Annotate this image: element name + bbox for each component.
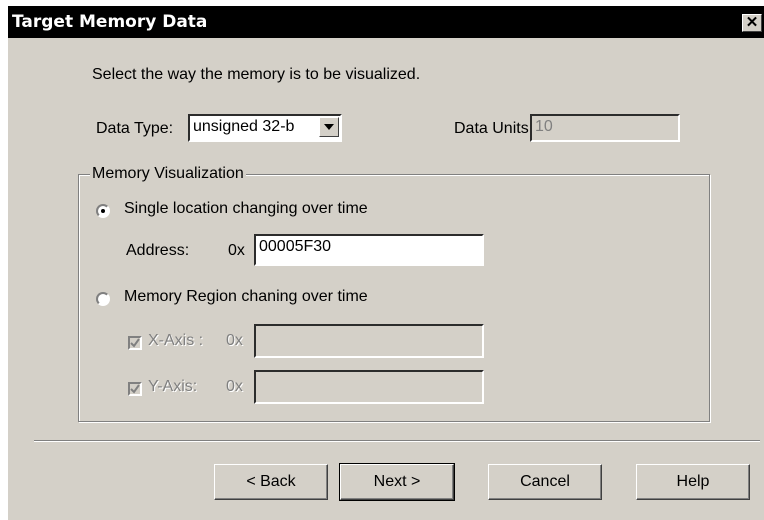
close-button[interactable]: ✕: [742, 14, 762, 32]
back-button[interactable]: < Back: [214, 464, 328, 500]
data-units-value: 10: [535, 118, 553, 135]
help-button[interactable]: Help: [636, 464, 750, 500]
data-type-dropdown-button[interactable]: [319, 117, 339, 137]
data-type-value: unsigned 32-b: [193, 118, 295, 135]
data-type-select[interactable]: unsigned 32-b: [188, 114, 342, 142]
group-label: Memory Visualization: [90, 165, 246, 183]
title-bar[interactable]: Target Memory Data ✕: [8, 6, 764, 38]
y-axis-input[interactable]: [254, 370, 484, 404]
x-axis-input[interactable]: [254, 324, 484, 358]
data-units-label: Data Units:: [454, 120, 534, 137]
y-axis-prefix: 0x: [226, 378, 243, 395]
x-axis-label: X-Axis :: [148, 332, 204, 349]
window-title: Target Memory Data: [12, 12, 208, 32]
target-memory-dialog: Target Memory Data ✕ Select the way the …: [8, 6, 764, 520]
check-icon: [130, 338, 140, 348]
single-location-radio[interactable]: [96, 204, 110, 218]
separator: [34, 440, 760, 442]
next-button[interactable]: Next >: [339, 463, 455, 501]
chevron-down-icon: [324, 124, 334, 130]
x-axis-checkbox[interactable]: [128, 336, 142, 350]
memory-region-label[interactable]: Memory Region chaning over time: [124, 288, 368, 306]
address-input[interactable]: 00005F30: [254, 234, 484, 266]
address-label: Address:: [126, 242, 190, 259]
cancel-button[interactable]: Cancel: [488, 464, 602, 500]
close-icon: ✕: [745, 14, 759, 31]
data-type-label: Data Type:: [96, 120, 174, 137]
address-value: 00005F30: [259, 238, 332, 255]
address-prefix: 0x: [228, 242, 245, 259]
y-axis-checkbox[interactable]: [128, 382, 142, 396]
data-units-input[interactable]: 10: [530, 114, 680, 142]
check-icon: [130, 384, 140, 394]
x-axis-prefix: 0x: [226, 332, 243, 349]
memory-region-radio[interactable]: [96, 292, 110, 306]
y-axis-label: Y-Axis:: [148, 378, 198, 395]
instruction-text: Select the way the memory is to be visua…: [92, 66, 421, 83]
single-location-label[interactable]: Single location changing over time: [124, 200, 368, 218]
